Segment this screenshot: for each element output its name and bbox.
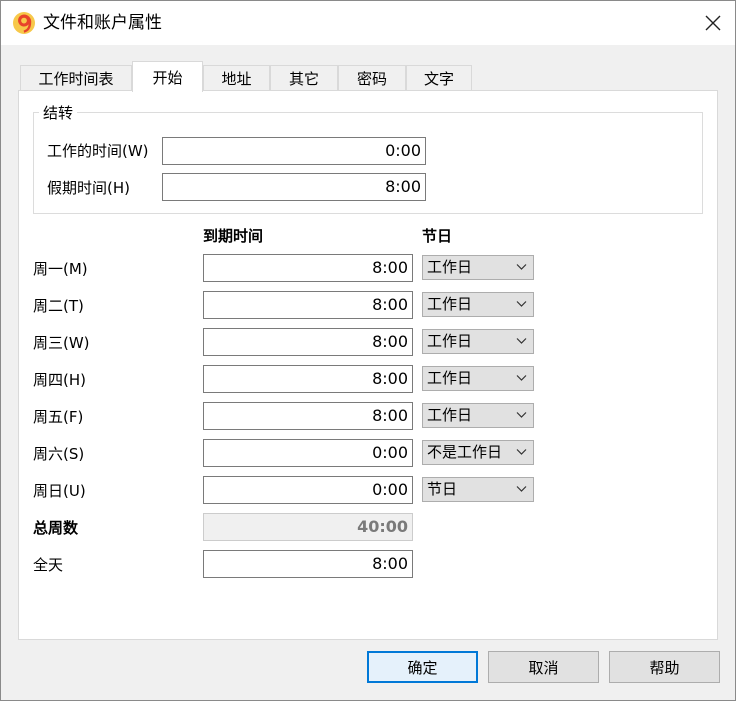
tuesday-time-input[interactable]: 8:00 — [203, 291, 413, 319]
ok-button[interactable]: 确定 — [367, 651, 478, 683]
friday-label: 周五(F) — [33, 408, 84, 426]
friday-type-value: 工作日 — [427, 406, 473, 424]
tab-address[interactable]: 地址 — [203, 65, 270, 91]
holiday-time-input[interactable]: 8:00 — [162, 173, 426, 201]
weekly-total-value: 40:00 — [203, 513, 413, 541]
chevron-down-icon — [516, 301, 527, 307]
tab-text[interactable]: 文字 — [406, 65, 472, 91]
chevron-down-icon — [516, 338, 527, 344]
work-time-input[interactable]: 0:00 — [162, 137, 426, 165]
chevron-down-icon — [516, 375, 527, 381]
chevron-down-icon — [516, 486, 527, 492]
sunday-type-value: 节日 — [427, 480, 458, 498]
sunday-label: 周日(U) — [33, 482, 86, 500]
wednesday-time-input[interactable]: 8:00 — [203, 328, 413, 356]
saturday-type-value: 不是工作日 — [427, 443, 503, 461]
tuesday-type-value: 工作日 — [427, 295, 473, 313]
thursday-time-input[interactable]: 8:00 — [203, 365, 413, 393]
thursday-type-value: 工作日 — [427, 369, 473, 387]
thursday-label: 周四(H) — [33, 371, 86, 389]
window-title: 文件和账户属性 — [43, 13, 162, 33]
tuesday-type-select[interactable]: 工作日 — [422, 292, 534, 317]
tab-start[interactable]: 开始 — [132, 61, 203, 92]
thursday-type-select[interactable]: 工作日 — [422, 366, 534, 391]
help-button[interactable]: 帮助 — [609, 651, 720, 683]
monday-time-input[interactable]: 8:00 — [203, 254, 413, 282]
holiday-time-label: 假期时间(H) — [47, 179, 130, 197]
friday-type-select[interactable]: 工作日 — [422, 403, 534, 428]
work-time-label: 工作的时间(W) — [47, 142, 149, 160]
monday-label: 周一(M) — [33, 260, 88, 278]
full-day-label: 全天 — [33, 556, 64, 574]
wednesday-label: 周三(W) — [33, 334, 90, 352]
cancel-button[interactable]: 取消 — [488, 651, 599, 683]
tab-work-schedule[interactable]: 工作时间表 — [20, 65, 132, 91]
properties-dialog: 文件和账户属性 工作时间表 开始 地址 其它 密码 文字 结转 工作的时间(W)… — [0, 0, 736, 701]
app-logo-icon — [12, 11, 36, 35]
close-icon — [705, 15, 721, 31]
sunday-time-input[interactable]: 0:00 — [203, 476, 413, 504]
saturday-label: 周六(S) — [33, 445, 85, 463]
monday-type-select[interactable]: 工作日 — [422, 255, 534, 280]
title-bar: 文件和账户属性 — [1, 1, 735, 45]
tuesday-label: 周二(T) — [33, 297, 84, 315]
full-day-input[interactable]: 8:00 — [203, 550, 413, 578]
monday-type-value: 工作日 — [427, 258, 473, 276]
weekly-total-label: 总周数 — [33, 519, 79, 537]
chevron-down-icon — [516, 264, 527, 270]
wednesday-type-value: 工作日 — [427, 332, 473, 350]
saturday-time-input[interactable]: 0:00 — [203, 439, 413, 467]
tab-other[interactable]: 其它 — [270, 65, 338, 91]
sunday-type-select[interactable]: 节日 — [422, 477, 534, 502]
close-button[interactable] — [691, 1, 735, 45]
tab-password[interactable]: 密码 — [338, 65, 406, 91]
due-time-header: 到期时间 — [203, 227, 264, 245]
chevron-down-icon — [516, 412, 527, 418]
wednesday-type-select[interactable]: 工作日 — [422, 329, 534, 354]
saturday-type-select[interactable]: 不是工作日 — [422, 440, 534, 465]
holiday-header: 节日 — [422, 227, 453, 245]
carryover-legend: 结转 — [39, 104, 78, 122]
chevron-down-icon — [516, 449, 527, 455]
friday-time-input[interactable]: 8:00 — [203, 402, 413, 430]
